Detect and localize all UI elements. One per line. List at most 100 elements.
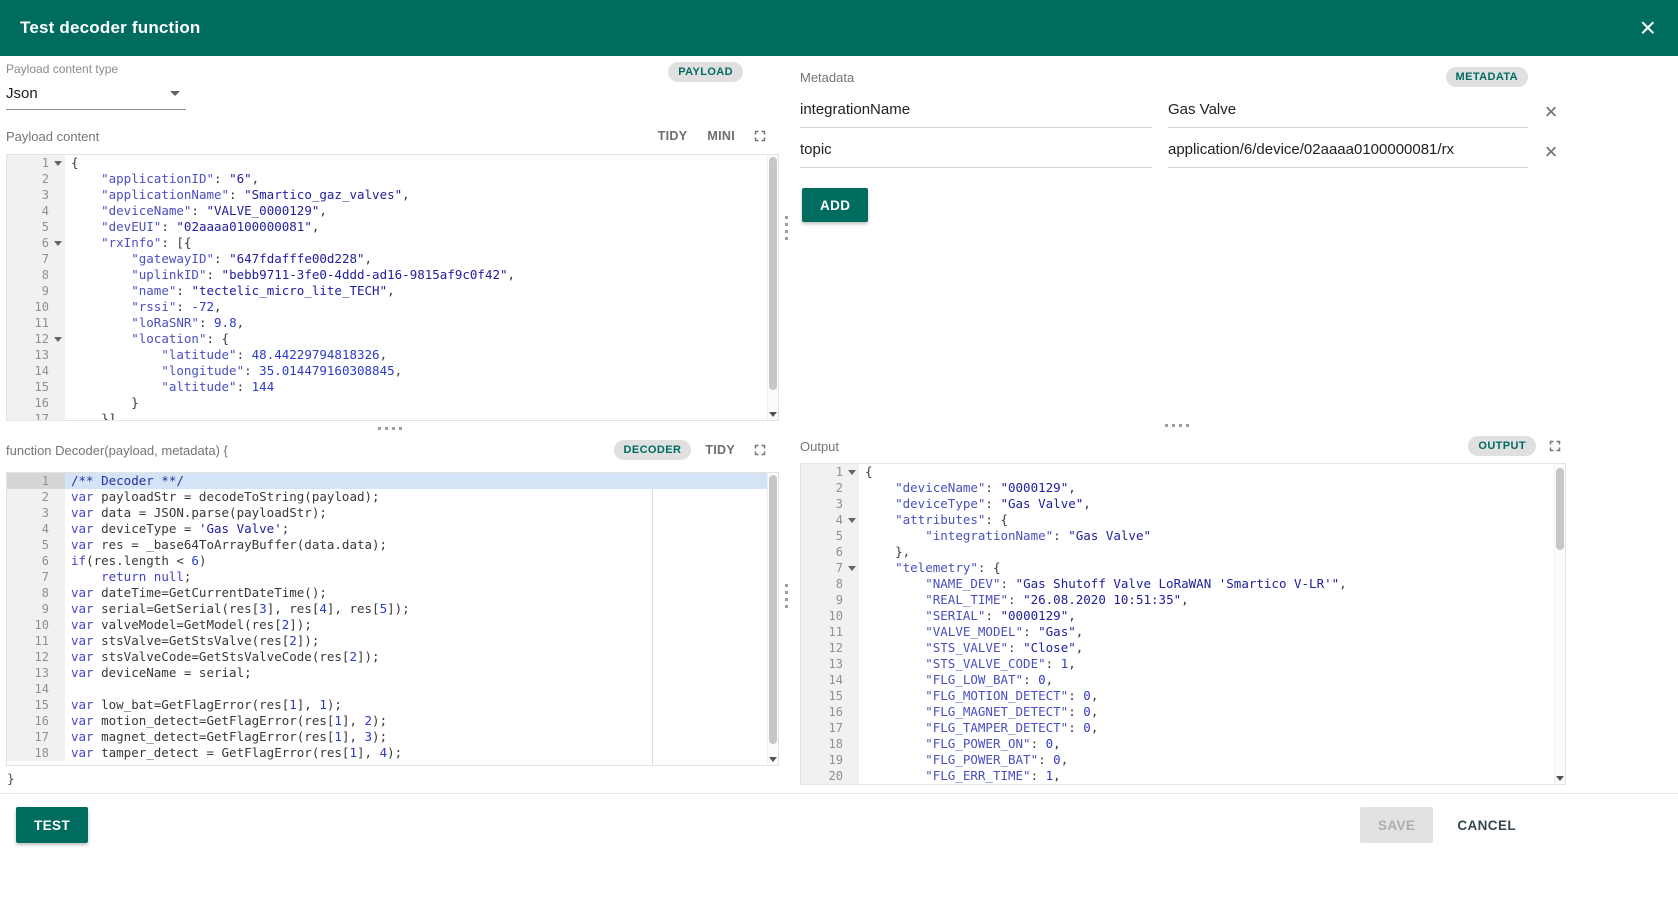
line-number: 17 [801,720,859,736]
payload-content-type-select[interactable]: Json [6,80,186,110]
code-line: 8 "uplinkID": "bebb9711-3fe0-4ddd-ad16-9… [7,267,778,283]
test-button[interactable]: TEST [16,807,89,843]
payload-scrollbar[interactable] [767,155,778,420]
fullscreen-icon[interactable] [749,439,771,461]
vertical-splitter[interactable] [782,56,790,793]
code-line: 20 "FLG_ERR_TIME": 1, [801,768,1565,784]
code-line: 15 var low_bat=GetFlagError(res[1], 1); [7,697,778,713]
mini-button[interactable]: MINI [701,125,741,147]
fold-arrow-icon[interactable] [848,470,856,475]
code-line: 5 var res = _base64ToArrayBuffer(data.dat… [7,537,778,553]
metadata-value-input[interactable] [1168,96,1528,128]
fold-arrow-icon[interactable] [54,241,62,246]
output-editor[interactable]: 1{2 "deviceName": "0000129", 3 "deviceTyp… [800,463,1566,785]
code-line: 3 var data = JSON.parse(payloadStr); [7,505,778,521]
fold-arrow-icon[interactable] [54,161,62,166]
line-number: 9 [7,601,65,617]
line-number: 6 [801,544,859,560]
line-number: 7 [7,569,65,585]
line-number: 2 [801,480,859,496]
metadata-badge: METADATA [1445,67,1528,87]
payload-badge: PAYLOAD [668,62,743,82]
line-number: 2 [7,171,65,187]
decoder-scrollbar[interactable] [767,473,778,765]
payload-editor[interactable]: 1{2 "applicationID": "6", 3 "applicationN… [6,154,779,421]
line-number: 14 [7,363,65,379]
remove-metadata-icon[interactable]: × [1536,141,1566,163]
code-line: 11 "loRaSNR": 9.8, [7,315,778,331]
line-number: 19 [801,752,859,768]
code-line: 18 var tamper_detect = GetFlagError(res[1… [7,745,778,761]
fullscreen-icon[interactable] [749,125,771,147]
metadata-key-input[interactable] [800,96,1152,128]
fold-arrow-icon[interactable] [54,337,62,342]
line-number: 12 [7,649,65,665]
fold-arrow-icon[interactable] [848,566,856,571]
code-line: 2 "deviceName": "0000129", [801,480,1565,496]
line-number: 15 [801,688,859,704]
dialog-footer: TEST SAVE CANCEL [0,793,1678,904]
line-number: 14 [801,672,859,688]
fullscreen-icon[interactable] [1544,435,1566,457]
line-number: 4 [801,512,859,528]
code-line: 12 var stsValveCode=GetStsValveCode(res[2… [7,649,778,665]
tidy-button[interactable]: TIDY [699,439,741,461]
horizontal-splitter-right[interactable] [790,421,1678,429]
line-number: 8 [7,585,65,601]
tidy-button[interactable]: TIDY [652,125,694,147]
scroll-down-icon[interactable] [769,412,777,417]
code-line: 7 "gatewayID": "647fdafffe00d228", [7,251,778,267]
scroll-down-icon[interactable] [1556,776,1564,781]
output-section: Output OUTPUT 1{2 "deviceName": "0000129… [790,429,1678,793]
chevron-down-icon [170,91,180,96]
line-number: 17 [7,411,65,420]
line-number: 5 [801,528,859,544]
decoder-closing-brace: } [7,771,15,786]
line-number: 11 [7,315,65,331]
line-number: 12 [801,640,859,656]
code-line: 16 "FLG_MAGNET_DETECT": 0, [801,704,1565,720]
scroll-down-icon[interactable] [769,757,777,762]
line-number: 14 [7,681,65,697]
output-scrollbar[interactable] [1554,464,1565,784]
code-line: 6 }, [801,544,1565,560]
code-line: 8 "NAME_DEV": "Gas Shutoff Valve LoRaWAN… [801,576,1565,592]
metadata-key-input[interactable] [800,136,1152,168]
decoder-editor[interactable]: 1/** Decoder **/2 var payloadStr = decode… [6,472,779,766]
remove-metadata-icon[interactable]: × [1536,101,1566,123]
code-line: 9 var serial=GetSerial(res[3], res[4], re… [7,601,778,617]
code-line: 13 "STS_VALVE_CODE": 1, [801,656,1565,672]
line-number: 3 [7,187,65,203]
code-line: 14 "FLG_LOW_BAT": 0, [801,672,1565,688]
line-number: 9 [7,283,65,299]
output-label: Output [800,438,840,454]
code-line: 10 var valveModel=GetModel(res[2]); [7,617,778,633]
metadata-value-input[interactable] [1168,136,1528,168]
fold-arrow-icon[interactable] [848,518,856,523]
line-number: 1 [7,155,65,171]
line-number: 16 [801,704,859,720]
code-line: 9 "name": "tectelic_micro_lite_TECH", [7,283,778,299]
code-line: 16 var motion_detect=GetFlagError(res[1],… [7,713,778,729]
save-button[interactable]: SAVE [1359,807,1434,843]
code-line: 4 "deviceName": "VALVE_0000129", [7,203,778,219]
close-icon[interactable]: × [1638,14,1658,42]
line-number: 7 [7,251,65,267]
line-number: 8 [7,267,65,283]
line-number: 20 [801,768,859,784]
code-line: 12 "STS_VALVE": "Close", [801,640,1565,656]
code-line: 13 var deviceName = serial; [7,665,778,681]
payload-content-type-value: Json [6,85,38,102]
metadata-label: Metadata [800,69,855,85]
line-number: 15 [7,379,65,395]
horizontal-splitter-left[interactable] [0,424,782,432]
cancel-button[interactable]: CANCEL [1443,807,1530,843]
line-number: 6 [7,553,65,569]
decoder-signature: function Decoder(payload, metadata) { [6,442,228,458]
code-line: 1{ [801,464,1565,480]
code-line: 7 "telemetry": { [801,560,1565,576]
code-line: 9 "REAL_TIME": "26.08.2020 10:51:35", [801,592,1565,608]
splitter-grip-icon [378,427,404,430]
add-button[interactable]: ADD [802,188,869,222]
line-number: 2 [7,489,65,505]
